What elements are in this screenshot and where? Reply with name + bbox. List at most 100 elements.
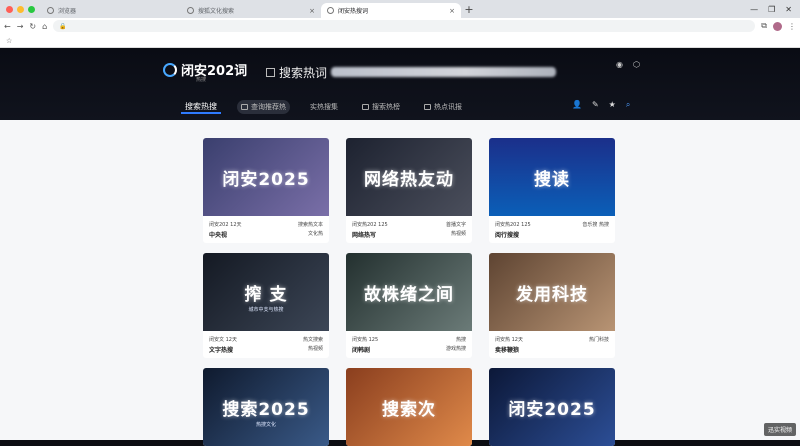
user-icon[interactable]: 👤	[572, 100, 582, 110]
hot-search-label: 搜索热词	[279, 65, 328, 80]
card-thumbnail[interactable]: 发用科技	[489, 253, 615, 331]
reload-icon[interactable]: ↻	[29, 22, 36, 31]
site-nav: 搜索热搜 查询推荐热 实热搜集 搜索热榜 热点讯报	[181, 100, 466, 114]
card-subtitle: 城市中支与热搜	[248, 307, 284, 313]
card-meta: 闭安202 12天 搜索热文本 中央视 文化热	[203, 216, 329, 243]
content-card[interactable]: 网络热友动 闭安热202 125 首播文字 网络热写 热视频	[346, 138, 472, 243]
card-thumbnail[interactable]: 故株绪之间	[346, 253, 472, 331]
browser-tab-2[interactable]: 搜狐文化搜索 ×	[181, 3, 321, 18]
minimize-icon[interactable]: —	[750, 5, 758, 14]
card-title: 发用科技	[516, 284, 588, 305]
hot-box-icon	[266, 67, 275, 77]
app-icon[interactable]: ⬡	[633, 60, 640, 69]
card-sub-1: 卖移鞭狼	[495, 347, 520, 354]
card-meta: 闭安热202 125 首播文字 网络热写 热视频	[346, 216, 472, 243]
card-sub-1: 网络热写	[352, 232, 377, 239]
browser-tab-3[interactable]: 闭安热搜词 ×	[321, 3, 461, 18]
content-card[interactable]: 闭安2025 闭安202 12天 搜索热文本 中央视 文化热	[203, 138, 329, 243]
nav-item-news[interactable]: 热点讯报	[420, 100, 466, 114]
header-actions: ◉ ⬡	[616, 60, 640, 69]
browser-tabbar: 浏览器 搜狐文化搜索 × 闭安热搜词 × + — ❐ ✕	[0, 0, 800, 18]
card-subtitle: 热搜文化	[255, 422, 276, 428]
search-icon[interactable]: ⌕	[626, 100, 630, 110]
forward-icon[interactable]: →	[17, 22, 24, 31]
nav-label: 实热搜集	[310, 103, 338, 111]
nav-item-hot-search[interactable]: 搜索热搜	[181, 100, 221, 114]
content-card[interactable]: 搜索次	[346, 368, 472, 446]
browser-toolbar: ← → ↻ ⌂ 🔒 ⧉ ⋮	[0, 18, 800, 34]
card-meta: 闭安热 125 热搜 闭韩剧 游戏热搜	[346, 331, 472, 358]
content-card[interactable]: 搜读 闭安热202 125 音乐搜 热搜 阅行搜搜	[489, 138, 615, 243]
nav-label: 搜索热搜	[185, 101, 217, 111]
card-title: 网络热友动	[364, 169, 454, 190]
card-thumbnail[interactable]: 闭安2025	[203, 138, 329, 216]
card-meta-1: 闭安202 12天	[209, 222, 242, 228]
ranking-icon	[362, 104, 369, 110]
browser-tab-1[interactable]: 浏览器	[41, 3, 181, 18]
card-thumbnail[interactable]: 搜索次	[346, 368, 472, 446]
card-meta-2: 热搜	[455, 337, 466, 343]
card-meta: 闭安文 12天 热文搜索 文字热搜 热视频	[203, 331, 329, 358]
hot-search-bar[interactable]: 搜索热词	[266, 64, 556, 80]
card-meta-2: 音乐搜 热搜	[582, 222, 609, 228]
pen-icon[interactable]: ✎	[592, 100, 599, 110]
menu-icon[interactable]: ⋮	[788, 22, 796, 31]
content-card[interactable]: 发用科技 闭安热 12天 热门科技 卖移鞭狼	[489, 253, 615, 358]
profile-icon[interactable]	[773, 21, 782, 31]
card-meta-2: 热文搜索	[302, 337, 323, 343]
close-tab-icon[interactable]: ×	[449, 7, 455, 15]
tab-favicon-icon	[187, 7, 194, 14]
close-icon[interactable]: ✕	[785, 5, 792, 14]
content-card[interactable]: 闭安2025	[489, 368, 615, 446]
close-window-icon[interactable]	[6, 5, 13, 13]
video-watermark: 迅实视频	[763, 423, 796, 436]
card-meta-2: 首播文字	[445, 222, 466, 228]
minimize-window-icon[interactable]	[17, 5, 24, 13]
close-tab-icon[interactable]: ×	[309, 7, 315, 15]
star-icon[interactable]: ★	[609, 100, 616, 110]
card-thumbnail[interactable]: 搜读	[489, 138, 615, 216]
card-sub-1: 文字热搜	[209, 347, 234, 354]
content-card[interactable]: 搾 支 城市中支与热搜 闭安文 12天 热文搜索 文字热搜 热视频	[203, 253, 329, 358]
restore-icon[interactable]: ❐	[768, 5, 775, 14]
card-thumbnail[interactable]: 搾 支 城市中支与热搜	[203, 253, 329, 331]
card-thumbnail[interactable]: 闭安2025	[489, 368, 615, 446]
card-title: 故株绪之间	[364, 284, 454, 305]
bookmark-icon[interactable]: ☆	[6, 37, 12, 45]
nav-label: 搜索热榜	[372, 103, 400, 111]
nav-item-collect[interactable]: 实热搜集	[306, 100, 342, 114]
lock-icon: 🔒	[59, 22, 67, 30]
tab-favicon-icon	[327, 7, 334, 14]
settings-icon[interactable]: ◉	[616, 60, 623, 69]
content-card[interactable]: 故株绪之间 闭安热 125 热搜 闭韩剧 游戏热搜	[346, 253, 472, 358]
nav-item-ranking[interactable]: 搜索热榜	[358, 100, 404, 114]
card-meta-1: 闭安热202 125	[352, 222, 388, 228]
tab-label: 浏览器	[58, 8, 77, 15]
card-title: 搾 支	[244, 284, 288, 305]
card-sub-1: 阅行搜搜	[495, 232, 520, 239]
card-meta-1: 闭安文 12天	[209, 337, 237, 343]
back-icon[interactable]: ←	[4, 22, 11, 31]
window-buttons: — ❐ ✕	[750, 0, 800, 18]
logo-subtext: 热搜	[196, 77, 207, 83]
tab-label: 搜狐文化搜索	[198, 8, 235, 15]
nav-item-recommend[interactable]: 查询推荐热	[237, 100, 290, 114]
card-thumbnail[interactable]: 网络热友动	[346, 138, 472, 216]
new-tab-button[interactable]: +	[461, 3, 477, 18]
site-logo[interactable]: 闭安202词 热搜	[163, 60, 248, 83]
hot-search-blurred	[331, 67, 556, 77]
content-card[interactable]: 搜索2025 热搜文化	[203, 368, 329, 446]
home-icon[interactable]: ⌂	[42, 22, 47, 31]
logo-text: 闭安202词	[181, 64, 248, 79]
extensions-icon[interactable]: ⧉	[761, 21, 767, 31]
card-sub-1: 闭韩剧	[352, 347, 371, 354]
card-title: 搜索次	[382, 399, 436, 420]
address-bar[interactable]: 🔒	[53, 20, 756, 32]
logo-ring-icon	[163, 62, 177, 77]
card-thumbnail[interactable]: 搜索2025 热搜文化	[203, 368, 329, 446]
card-title: 搜索2025	[222, 399, 310, 420]
card-sub-2: 热视频	[450, 231, 466, 237]
site-header: 闭安202词 热搜 搜索热词 ◉ ⬡ 搜索热搜 查询推荐热 实热搜集 搜索热榜 …	[0, 48, 800, 120]
bookmarks-bar: ☆	[0, 34, 800, 48]
maximize-window-icon[interactable]	[28, 5, 35, 13]
